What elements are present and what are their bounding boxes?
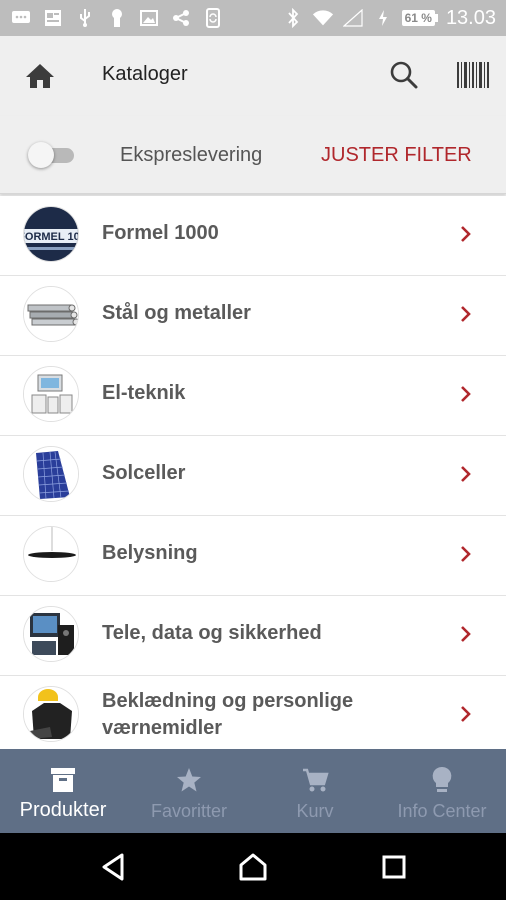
chevron-right-icon [461,466,471,482]
chevron-right-icon [461,386,471,402]
catalog-item-label: Solceller [102,462,186,484]
charging-bolt-icon [372,9,394,27]
chevron-right-icon [461,306,471,322]
system-status: 61 % 13.03 [282,7,496,30]
image-icon [138,9,160,27]
formel-logo-text: FORMEL 100 [24,231,79,243]
catalog-thumbnail-el-teknik [23,366,79,422]
nav-tab-products[interactable]: Produkter [0,749,126,833]
app-bar: Kataloger [0,36,506,116]
nav-tab-favorites[interactable]: Favoritter [126,749,252,833]
nav-label: Favoritter [150,801,228,821]
toggle-thumb [28,142,54,168]
catalog-thumbnail-steel [23,286,79,342]
bluetooth-icon [282,8,304,28]
catalog-item-formel-1000[interactable]: FORMEL 100 Formel 1000 [0,196,506,276]
battery-level: 61 % [401,10,435,26]
chevron-right-icon [461,546,471,562]
home-button[interactable] [22,58,58,94]
cell-signal-icon [342,9,364,27]
express-delivery-toggle[interactable] [28,142,76,168]
adjust-filter-button[interactable]: JUSTER FILTER [321,144,472,167]
search-icon [390,61,418,89]
catalog-item-label: Stål og metaller [102,302,251,324]
system-navigation-bar [0,833,506,900]
lightbulb-icon [432,766,452,792]
back-icon[interactable] [98,851,130,883]
clock: 13.03 [445,6,496,29]
catalog-item-label: Formel 1000 [102,222,219,244]
catalog-thumbnail-lighting [23,526,79,582]
news-icon [42,9,64,27]
chevron-right-icon [461,226,471,242]
catalog-thumbnail-formel-1000: FORMEL 100 [23,206,79,262]
message-icon [10,9,32,27]
recents-icon[interactable] [378,851,410,883]
search-button[interactable] [388,58,420,92]
filter-row: Ekspreslevering JUSTER FILTER [0,116,506,194]
phone-sync-icon [202,8,224,28]
barcode-scan-button[interactable] [456,60,490,90]
share-icon [170,9,192,27]
nav-tab-info-center[interactable]: Info Center [378,749,506,833]
catalog-item-label: Tele, data og sikkerhed [102,622,322,644]
wifi-icon [312,9,334,27]
catalog-item-el-teknik[interactable]: El-teknik [0,356,506,436]
catalog-item-workwear[interactable]: Beklædning og personlige værnemidler [0,676,506,756]
star-icon [177,768,201,792]
catalog-item-steel[interactable]: Stål og metaller [0,276,506,356]
nav-label: Produkter [19,799,107,821]
catalog-item-label: El-teknik [102,382,186,404]
archive-box-icon [51,768,75,792]
barcode-icon [457,62,489,88]
battery-indicator: 61 % [401,10,438,26]
catalog-item-solar[interactable]: Solceller [0,436,506,516]
chevron-right-icon [461,626,471,642]
status-bar: 61 % 13.03 [0,0,506,36]
catalog-thumbnail-tele-data [23,606,79,662]
catalog-thumbnail-solar [23,446,79,502]
cart-icon [303,768,329,792]
express-delivery-label: Ekspreslevering [120,144,263,166]
nav-label: Kurv [296,801,334,821]
catalog-item-label: Beklædning og personlige værnemidler [102,690,354,739]
usb-icon [74,9,96,27]
catalog-item-label: Belysning [102,542,198,564]
catalog-list: FORMEL 100 Formel 1000 Stål og metaller [0,196,506,756]
nav-tab-cart[interactable]: Kurv [252,749,378,833]
keyhole-icon [106,9,128,27]
catalog-item-lighting[interactable]: Belysning [0,516,506,596]
nav-label: Info Center [397,801,487,821]
chevron-right-icon [461,706,471,722]
bottom-navigation: Produkter Favoritter Kurv Info Center [0,749,506,833]
home-icon [26,64,54,88]
home-system-icon[interactable] [237,851,269,883]
catalog-thumbnail-workwear [23,686,79,742]
catalog-item-tele-data[interactable]: Tele, data og sikkerhed [0,596,506,676]
notification-icons [10,8,282,28]
page-title: Kataloger [102,63,188,85]
battery-nub [434,14,438,22]
